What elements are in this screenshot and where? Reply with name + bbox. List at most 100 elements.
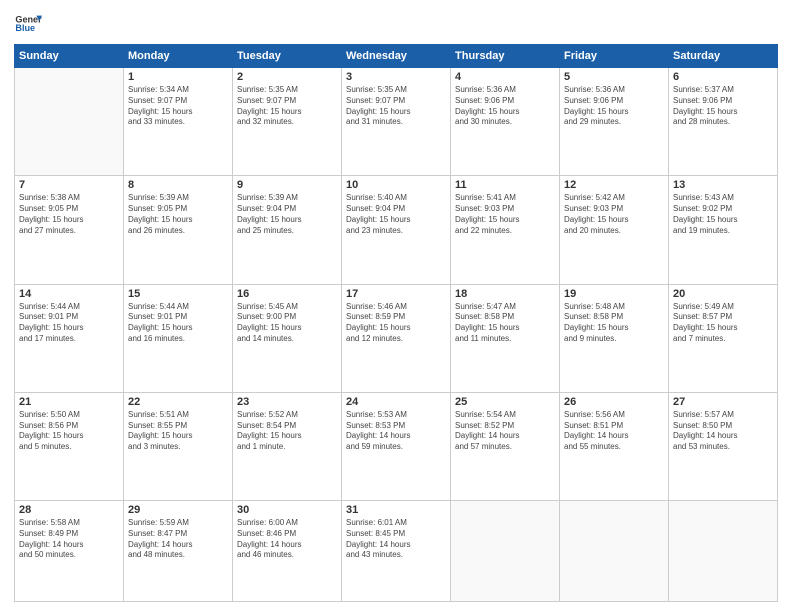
day-info: Sunrise: 5:40 AM Sunset: 9:04 PM Dayligh…	[346, 193, 446, 236]
day-number: 6	[673, 71, 773, 83]
day-number: 16	[237, 288, 337, 300]
calendar-cell: 30Sunrise: 6:00 AM Sunset: 8:46 PM Dayli…	[233, 501, 342, 602]
calendar-cell: 5Sunrise: 5:36 AM Sunset: 9:06 PM Daylig…	[560, 68, 669, 176]
weekday-header: Sunday	[15, 45, 124, 68]
day-info: Sunrise: 5:53 AM Sunset: 8:53 PM Dayligh…	[346, 410, 446, 453]
calendar-cell: 18 Sunrise: 5:47 AM Sunset: 8:58 PM Dayli…	[451, 284, 560, 392]
calendar-cell	[560, 501, 669, 602]
day-number: 4	[455, 71, 555, 83]
day-info: Sunrise: 5:52 AM Sunset: 8:54 PM Dayligh…	[237, 410, 337, 453]
day-number: 3	[346, 71, 446, 83]
logo: General Blue	[14, 10, 42, 38]
calendar-cell: 2 Sunrise: 5:35 AM Sunset: 9:07 PM Daylig…	[233, 68, 342, 176]
weekday-header: Tuesday	[233, 45, 342, 68]
day-info: Sunrise: 5:49 AM Sunset: 8:57 PM Dayligh…	[673, 302, 773, 345]
calendar-cell: 11 Sunrise: 5:41 AM Sunset: 9:03 PM Dayli…	[451, 176, 560, 284]
day-number: 12	[564, 179, 664, 191]
day-info: Sunrise: 5:44 AM Sunset: 9:01 PM Dayligh…	[128, 302, 228, 345]
day-number: 9	[237, 179, 337, 191]
page-container: General Blue SundayMondayTuesdayWednesda…	[0, 0, 792, 612]
calendar-cell: 15 Sunrise: 5:44 AM Sunset: 9:01 PM Dayli…	[124, 284, 233, 392]
day-number: 18	[455, 288, 555, 300]
calendar-cell: 12 Sunrise: 5:42 AM Sunset: 9:03 PM Dayli…	[560, 176, 669, 284]
day-number: 31	[346, 504, 446, 516]
day-info: Sunrise: 5:38 AM Sunset: 9:05 PM Dayligh…	[19, 193, 119, 236]
calendar-cell: 28 Sunrise: 5:58 AM Sunset: 8:49 PM Dayli…	[15, 501, 124, 602]
calendar-body: 1 Sunrise: 5:34 AM Sunset: 9:07 PM Daylig…	[15, 68, 778, 602]
day-number: 1	[128, 71, 228, 83]
day-info: Sunrise: 5:44 AM Sunset: 9:01 PM Dayligh…	[19, 302, 119, 345]
calendar-cell: 23 Sunrise: 5:52 AM Sunset: 8:54 PM Dayli…	[233, 392, 342, 500]
calendar-cell: 27 Sunrise: 5:57 AM Sunset: 8:50 PM Dayli…	[669, 392, 778, 500]
day-info: Sunrise: 5:48 AM Sunset: 8:58 PM Dayligh…	[564, 302, 664, 345]
day-number: 8	[128, 179, 228, 191]
day-info: Sunrise: 5:41 AM Sunset: 9:03 PM Dayligh…	[455, 193, 555, 236]
day-number: 30	[237, 504, 337, 516]
day-number: 27	[673, 396, 773, 408]
calendar-week-row: 28 Sunrise: 5:58 AM Sunset: 8:49 PM Dayli…	[15, 501, 778, 602]
calendar-week-row: 14 Sunrise: 5:44 AM Sunset: 9:01 PM Dayli…	[15, 284, 778, 392]
calendar-cell: 17 Sunrise: 5:46 AM Sunset: 8:59 PM Dayli…	[342, 284, 451, 392]
weekday-header: Monday	[124, 45, 233, 68]
logo-icon: General Blue	[14, 10, 42, 38]
day-number: 28	[19, 504, 119, 516]
calendar-cell: 14 Sunrise: 5:44 AM Sunset: 9:01 PM Dayli…	[15, 284, 124, 392]
day-number: 20	[673, 288, 773, 300]
day-number: 17	[346, 288, 446, 300]
page-header: General Blue	[14, 10, 778, 38]
day-number: 29	[128, 504, 228, 516]
calendar-cell	[669, 501, 778, 602]
day-number: 2	[237, 71, 337, 83]
calendar-cell: 20 Sunrise: 5:49 AM Sunset: 8:57 PM Dayli…	[669, 284, 778, 392]
day-number: 26	[564, 396, 664, 408]
day-number: 15	[128, 288, 228, 300]
calendar-cell: 19 Sunrise: 5:48 AM Sunset: 8:58 PM Dayli…	[560, 284, 669, 392]
day-number: 11	[455, 179, 555, 191]
day-info: Sunrise: 5:59 AM Sunset: 8:47 PM Dayligh…	[128, 518, 228, 561]
day-info: Sunrise: 5:46 AM Sunset: 8:59 PM Dayligh…	[346, 302, 446, 345]
day-info: Sunrise: 5:35 AM Sunset: 9:07 PM Dayligh…	[237, 85, 337, 128]
day-info: Sunrise: 5:54 AM Sunset: 8:52 PM Dayligh…	[455, 410, 555, 453]
day-number: 19	[564, 288, 664, 300]
weekday-header: Wednesday	[342, 45, 451, 68]
day-info: Sunrise: 5:57 AM Sunset: 8:50 PM Dayligh…	[673, 410, 773, 453]
day-info: Sunrise: 5:34 AM Sunset: 9:07 PM Dayligh…	[128, 85, 228, 128]
day-info: Sunrise: 5:37 AM Sunset: 9:06 PM Dayligh…	[673, 85, 773, 128]
day-number: 13	[673, 179, 773, 191]
calendar-cell	[451, 501, 560, 602]
day-number: 24	[346, 396, 446, 408]
calendar-cell: 25Sunrise: 5:54 AM Sunset: 8:52 PM Dayli…	[451, 392, 560, 500]
day-number: 7	[19, 179, 119, 191]
calendar-cell: 6 Sunrise: 5:37 AM Sunset: 9:06 PM Daylig…	[669, 68, 778, 176]
day-info: Sunrise: 5:43 AM Sunset: 9:02 PM Dayligh…	[673, 193, 773, 236]
day-info: Sunrise: 5:56 AM Sunset: 8:51 PM Dayligh…	[564, 410, 664, 453]
weekday-header: Thursday	[451, 45, 560, 68]
day-info: Sunrise: 5:47 AM Sunset: 8:58 PM Dayligh…	[455, 302, 555, 345]
day-info: Sunrise: 5:45 AM Sunset: 9:00 PM Dayligh…	[237, 302, 337, 345]
day-number: 23	[237, 396, 337, 408]
day-number: 14	[19, 288, 119, 300]
calendar-cell: 9Sunrise: 5:39 AM Sunset: 9:04 PM Daylig…	[233, 176, 342, 284]
calendar-week-row: 21Sunrise: 5:50 AM Sunset: 8:56 PM Dayli…	[15, 392, 778, 500]
calendar-week-row: 7 Sunrise: 5:38 AM Sunset: 9:05 PM Daylig…	[15, 176, 778, 284]
calendar-cell: 16 Sunrise: 5:45 AM Sunset: 9:00 PM Dayli…	[233, 284, 342, 392]
day-info: Sunrise: 5:39 AM Sunset: 9:05 PM Dayligh…	[128, 193, 228, 236]
calendar-cell: 31 Sunrise: 6:01 AM Sunset: 8:45 PM Dayli…	[342, 501, 451, 602]
calendar-cell: 3 Sunrise: 5:35 AM Sunset: 9:07 PM Daylig…	[342, 68, 451, 176]
day-info: Sunrise: 5:42 AM Sunset: 9:03 PM Dayligh…	[564, 193, 664, 236]
calendar-table: SundayMondayTuesdayWednesdayThursdayFrid…	[14, 44, 778, 602]
calendar-cell: 1 Sunrise: 5:34 AM Sunset: 9:07 PM Daylig…	[124, 68, 233, 176]
day-info: Sunrise: 5:58 AM Sunset: 8:49 PM Dayligh…	[19, 518, 119, 561]
day-info: Sunrise: 5:51 AM Sunset: 8:55 PM Dayligh…	[128, 410, 228, 453]
svg-text:Blue: Blue	[15, 23, 35, 33]
calendar-cell	[15, 68, 124, 176]
day-info: Sunrise: 6:01 AM Sunset: 8:45 PM Dayligh…	[346, 518, 446, 561]
day-info: Sunrise: 5:35 AM Sunset: 9:07 PM Dayligh…	[346, 85, 446, 128]
weekday-header: Saturday	[669, 45, 778, 68]
day-number: 10	[346, 179, 446, 191]
day-number: 21	[19, 396, 119, 408]
calendar-cell: 4Sunrise: 5:36 AM Sunset: 9:06 PM Daylig…	[451, 68, 560, 176]
calendar-cell: 22 Sunrise: 5:51 AM Sunset: 8:55 PM Dayli…	[124, 392, 233, 500]
day-info: Sunrise: 5:36 AM Sunset: 9:06 PM Dayligh…	[564, 85, 664, 128]
day-number: 22	[128, 396, 228, 408]
